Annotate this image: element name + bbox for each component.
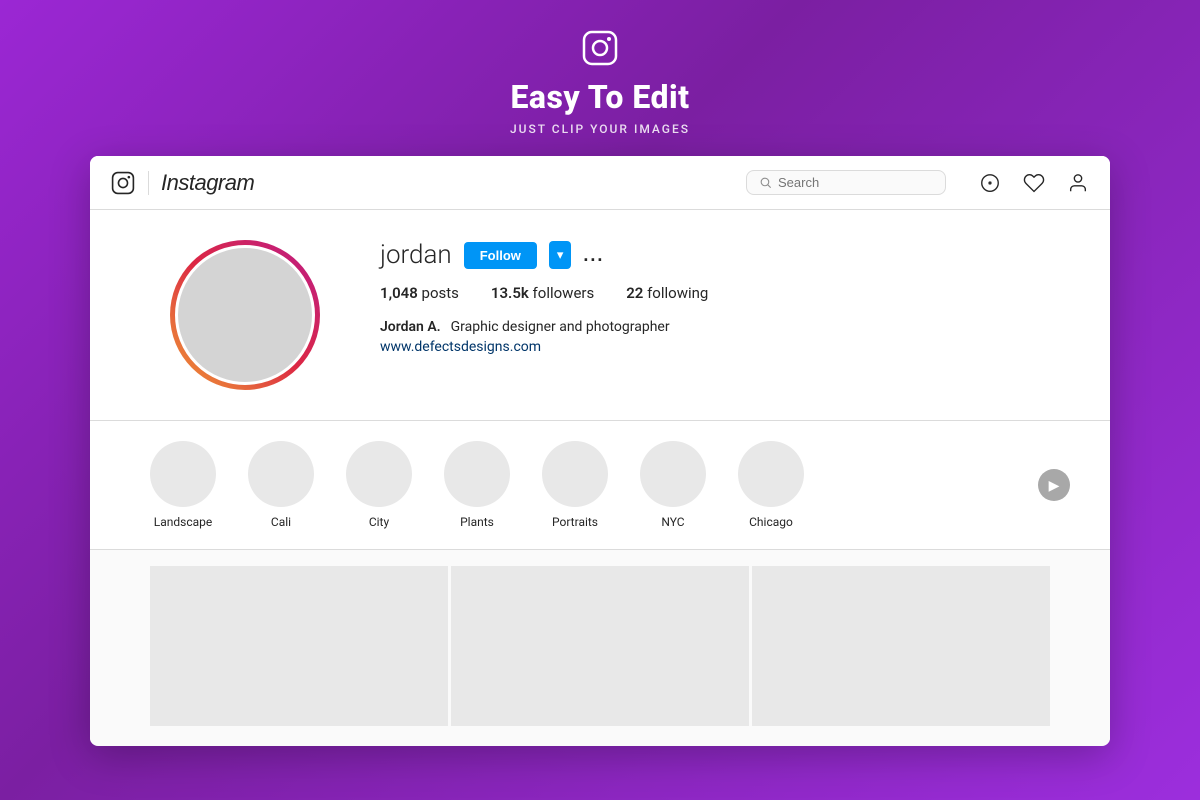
profile-info: jordan Follow ▾ ... 1,048 posts 13.5k fo… [380, 240, 1050, 355]
story-label: City [369, 515, 389, 529]
story-circle [150, 441, 216, 507]
more-options-button[interactable]: ... [583, 245, 604, 266]
following-count: 22 [626, 284, 643, 302]
story-circle [248, 441, 314, 507]
followers-label: followers [533, 284, 595, 302]
grid-section [90, 550, 1110, 742]
story-item[interactable]: Chicago [738, 441, 804, 529]
stats-row: 1,048 posts 13.5k followers 22 following [380, 284, 1050, 302]
story-label: Landscape [154, 515, 213, 529]
avatar-container [170, 240, 320, 390]
bio-name: Jordan A. [380, 319, 441, 335]
posts-label: posts [422, 284, 459, 302]
avatar-ring [170, 240, 320, 390]
story-next-button[interactable]: ▶ [1038, 469, 1070, 501]
posts-count: 1,048 [380, 284, 418, 302]
header: Easy To Edit JUST CLIP YOUR IMAGES [510, 0, 690, 156]
following-label: following [647, 284, 708, 302]
story-item[interactable]: City [346, 441, 412, 529]
page-title: Easy To Edit [510, 78, 689, 116]
logo-area: Instagram [110, 170, 254, 196]
search-input[interactable] [778, 175, 918, 190]
bio-row: Jordan A. Graphic designer and photograp… [380, 316, 1050, 355]
story-circle [346, 441, 412, 507]
compass-icon[interactable] [978, 171, 1002, 195]
story-circle [542, 441, 608, 507]
story-label: Chicago [749, 515, 793, 529]
avatar [175, 245, 315, 385]
nav-divider [148, 171, 149, 195]
following-stat: 22 following [626, 284, 708, 302]
story-item[interactable]: Portraits [542, 441, 608, 529]
grid-item[interactable] [752, 566, 1050, 726]
story-item[interactable]: NYC [640, 441, 706, 529]
follow-dropdown-button[interactable]: ▾ [549, 241, 572, 269]
username-row: jordan Follow ▾ ... [380, 240, 1050, 270]
stories-section: Landscape Cali City Plants Portraits NYC Chica… [90, 421, 1110, 550]
page-subtitle: JUST CLIP YOUR IMAGES [510, 122, 690, 136]
story-label: Portraits [552, 515, 598, 529]
username: jordan [380, 240, 452, 270]
posts-stat: 1,048 posts [380, 284, 459, 302]
instagram-logo-icon [110, 170, 136, 196]
instagram-header-icon [580, 28, 620, 68]
grid-item[interactable] [451, 566, 749, 726]
story-circle [738, 441, 804, 507]
profile-section: jordan Follow ▾ ... 1,048 posts 13.5k fo… [90, 210, 1110, 421]
bio-line: Jordan A. Graphic designer and photograp… [380, 316, 1050, 335]
heart-icon[interactable] [1022, 171, 1046, 195]
story-label: Cali [271, 515, 291, 529]
story-label: NYC [661, 515, 684, 529]
story-circle [444, 441, 510, 507]
story-item[interactable]: Cali [248, 441, 314, 529]
search-bar[interactable] [746, 170, 946, 195]
follow-button[interactable]: Follow [464, 242, 537, 269]
instagram-wordmark: Instagram [161, 170, 254, 196]
user-icon[interactable] [1066, 171, 1090, 195]
bio-description: Graphic designer and photographer [451, 319, 670, 335]
bio-link[interactable]: www.defectsdesigns.com [380, 339, 1050, 355]
followers-count: 13.5k [491, 284, 529, 302]
story-item[interactable]: Landscape [150, 441, 216, 529]
instagram-navbar: Instagram [90, 156, 1110, 210]
grid-item[interactable] [150, 566, 448, 726]
story-label: Plants [460, 515, 494, 529]
followers-stat: 13.5k followers [491, 284, 594, 302]
nav-icons [978, 171, 1090, 195]
search-icon [759, 176, 772, 189]
story-item[interactable]: Plants [444, 441, 510, 529]
story-circle [640, 441, 706, 507]
main-card: Instagram [90, 156, 1110, 746]
